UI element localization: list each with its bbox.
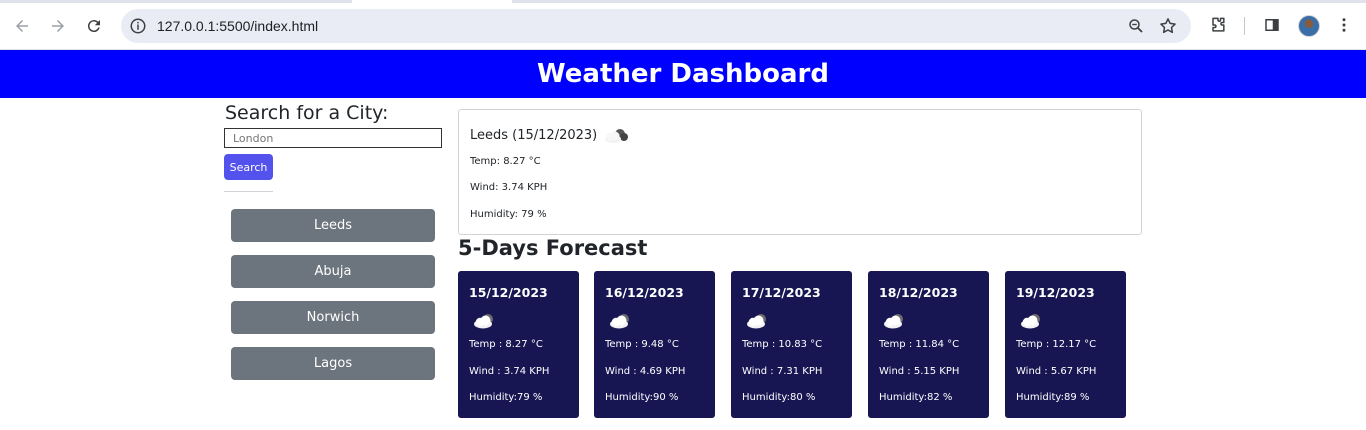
forecast-date: 17/12/2023	[742, 285, 821, 300]
arrow-left-icon	[16, 20, 28, 32]
profile-avatar[interactable]	[1298, 15, 1320, 37]
current-humidity: Humidity: 79 %	[470, 209, 547, 220]
forecast-humidity: Humidity:80 %	[742, 392, 816, 403]
reload-icon	[87, 20, 100, 33]
forecast-humidity: Humidity:90 %	[605, 392, 679, 403]
forecast-date: 18/12/2023	[879, 285, 958, 300]
puzzle-icon	[1212, 17, 1225, 32]
browser-chrome: 127.0.0.1:5500/index.html	[0, 0, 1366, 50]
forecast-humidity: Humidity:89 %	[1016, 392, 1090, 403]
page-title: Weather Dashboard	[537, 59, 829, 89]
cloudy-icon	[470, 310, 500, 332]
forecast-date: 19/12/2023	[1016, 285, 1095, 300]
history-city-button[interactable]: Leeds	[231, 209, 435, 242]
active-tab[interactable]	[352, 0, 512, 3]
arrow-right-icon	[52, 20, 64, 32]
forecast-temp: Temp : 9.48 °C	[605, 339, 679, 350]
forecast-wind: Wind : 4.69 KPH	[605, 366, 686, 377]
forecast-humidity: Humidity:82 %	[879, 392, 953, 403]
forecast-date: 15/12/2023	[469, 285, 548, 300]
cloudy-icon	[743, 310, 773, 332]
forecast-temp: Temp : 12.17 °C	[1016, 339, 1097, 350]
back-button[interactable]	[10, 14, 34, 38]
history-city-button[interactable]: Lagos	[231, 347, 435, 380]
current-weather-card: Leeds (15/12/2023) Temp: 8.27 °C Wind: 3…	[458, 109, 1142, 235]
side-panel-button[interactable]	[1260, 13, 1284, 37]
forecast-wind: Wind : 3.74 KPH	[469, 366, 550, 377]
forecast-temp: Temp : 10.83 °C	[742, 339, 823, 350]
forecast-card: 18/12/2023 Temp : 11.84 °C Wind : 5.15 KPH…	[868, 271, 989, 418]
side-panel-icon	[1265, 19, 1279, 31]
more-vert-icon	[1342, 18, 1346, 32]
forecast-wind: Wind : 5.15 KPH	[879, 366, 960, 377]
current-city-date: Leeds (15/12/2023)	[470, 128, 598, 143]
forecast-card: 16/12/2023 Temp : 9.48 °C Wind : 4.69 KPH H…	[594, 271, 715, 418]
current-wind: Wind: 3.74 KPH	[470, 182, 548, 193]
forecast-humidity: Humidity:79 %	[469, 392, 543, 403]
cloudy-icon	[1017, 310, 1047, 332]
bookmark-star-icon[interactable]	[1158, 16, 1178, 36]
tab-strip	[0, 0, 1366, 3]
toolbar-divider	[1244, 17, 1245, 35]
search-button[interactable]: Search	[224, 154, 273, 180]
info-icon[interactable]	[129, 17, 147, 35]
search-history: Leeds Abuja Norwich Lagos	[231, 209, 435, 393]
forecast-wind: Wind : 7.31 KPH	[742, 366, 823, 377]
reload-button[interactable]	[82, 14, 106, 38]
forecast-wind: Wind : 5.67 KPH	[1016, 366, 1097, 377]
search-title: Search for a City:	[225, 102, 389, 124]
extensions-button[interactable]	[1206, 13, 1230, 37]
history-city-button[interactable]: Norwich	[231, 301, 435, 334]
current-temp: Temp: 8.27 °C	[470, 156, 541, 167]
forecast-title: 5-Days Forecast	[458, 236, 648, 260]
divider	[224, 191, 273, 192]
cloudy-icon	[605, 129, 628, 143]
address-bar[interactable]: 127.0.0.1:5500/index.html	[121, 9, 1191, 43]
app-header: Weather Dashboard	[0, 50, 1366, 98]
cloudy-icon	[606, 310, 636, 332]
url-text[interactable]: 127.0.0.1:5500/index.html	[157, 18, 318, 34]
forward-button[interactable]	[46, 14, 70, 38]
forecast-date: 16/12/2023	[605, 285, 684, 300]
forecast-card: 19/12/2023 Temp : 12.17 °C Wind : 5.67 KPH…	[1005, 271, 1126, 418]
forecast-card: 15/12/2023 Temp : 8.27 °C Wind : 3.74 KPH H…	[458, 271, 579, 418]
history-city-button[interactable]: Abuja	[231, 255, 435, 288]
cloudy-icon	[880, 310, 910, 332]
city-search-input[interactable]	[224, 128, 442, 148]
forecast-card: 17/12/2023 Temp : 10.83 °C Wind : 7.31 KPH…	[731, 271, 852, 418]
forecast-temp: Temp : 8.27 °C	[469, 339, 543, 350]
zoom-icon[interactable]	[1127, 17, 1145, 35]
forecast-temp: Temp : 11.84 °C	[879, 339, 960, 350]
menu-button[interactable]	[1332, 13, 1356, 37]
